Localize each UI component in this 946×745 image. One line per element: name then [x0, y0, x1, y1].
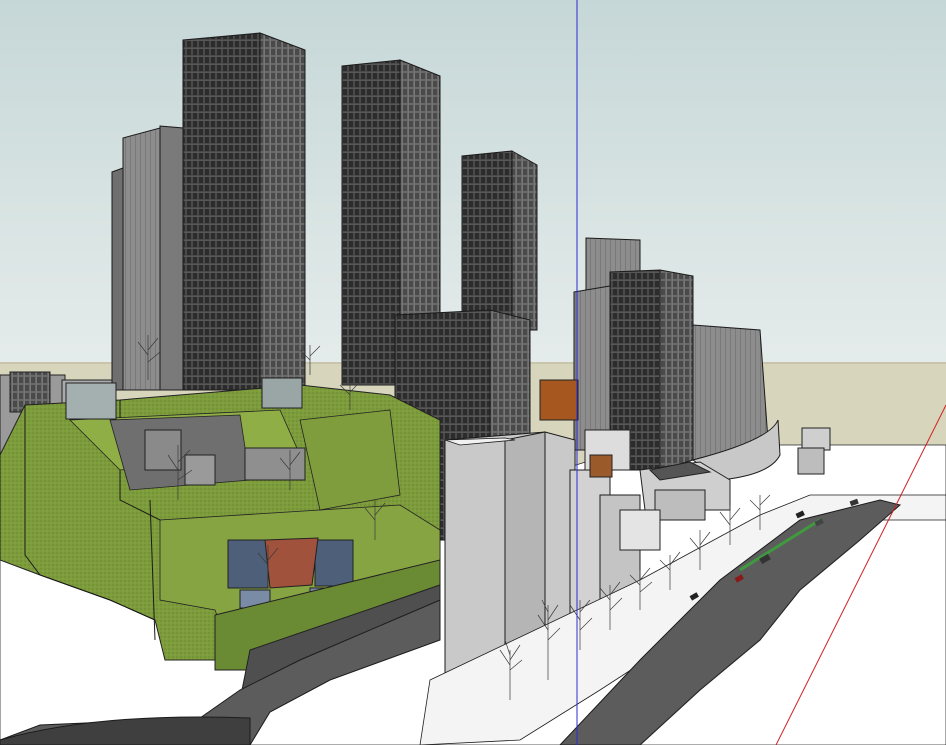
tower-a-cluster[interactable] — [111, 125, 184, 391]
city-model-scene[interactable] — [0, 0, 946, 745]
tower-d[interactable] — [461, 150, 538, 331]
3d-model-viewport[interactable] — [0, 0, 946, 745]
tower-b[interactable] — [182, 32, 306, 391]
